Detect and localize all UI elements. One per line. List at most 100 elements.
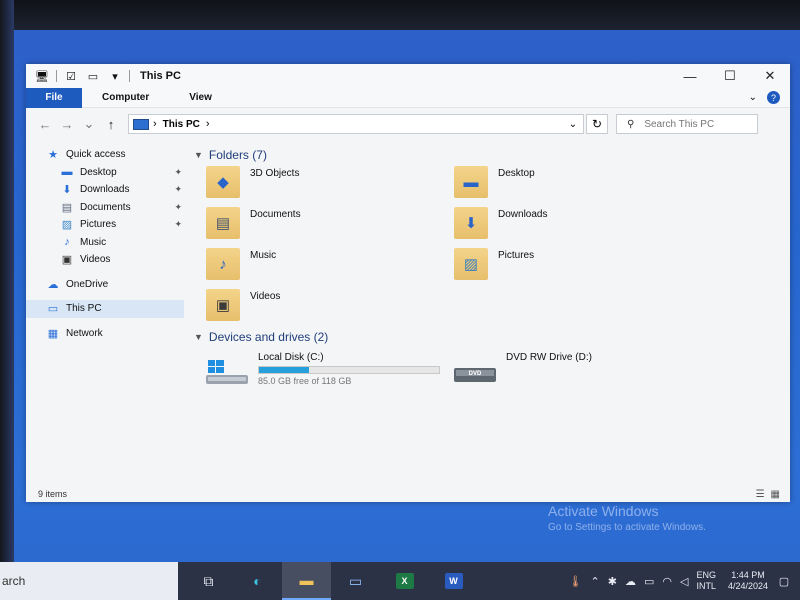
- pc-app-button[interactable]: ▭: [331, 562, 380, 600]
- nav-label: Quick access: [66, 149, 126, 161]
- nav-quick-access[interactable]: ★ Quick access: [26, 146, 186, 164]
- nav-label: Network: [66, 327, 103, 339]
- chevron-up-icon[interactable]: ⌃: [591, 575, 600, 588]
- nav-network[interactable]: ▦ Network: [26, 325, 186, 343]
- close-button[interactable]: ✕: [750, 64, 790, 88]
- search-box[interactable]: ⚲: [616, 114, 758, 134]
- forward-button[interactable]: →: [56, 117, 78, 132]
- nav-pictures[interactable]: ▨ Pictures ✦: [26, 216, 186, 234]
- pictures-folder-icon: ▨: [454, 248, 488, 280]
- task-view-button[interactable]: ⧉: [184, 562, 233, 600]
- taskbar: arch ⧉ ◐ ▬ ▭ X W 🌡 ⌃ ✱ ☁ ▭ ◠ ◁ ENG INTL …: [0, 562, 800, 600]
- nav-documents[interactable]: ▤ Documents ✦: [26, 199, 186, 217]
- minimize-button[interactable]: —: [670, 64, 710, 88]
- group-title: Devices and drives (2): [208, 330, 329, 344]
- address-dropdown-icon[interactable]: ⌄: [563, 119, 583, 130]
- nav-downloads[interactable]: ⬇ Downloads ✦: [26, 181, 186, 199]
- edge-button[interactable]: ◐: [233, 562, 282, 600]
- properties-icon[interactable]: ☑: [63, 70, 79, 83]
- folder-icon: ▬: [299, 572, 314, 588]
- volume-icon[interactable]: ◁: [680, 575, 688, 588]
- drive-dvd-rw-d[interactable]: DVD DVD RW Drive (D:): [454, 352, 702, 386]
- new-folder-icon[interactable]: ▭: [85, 70, 101, 83]
- battery-icon[interactable]: ▭: [644, 575, 654, 588]
- drive-name: Local Disk (C:): [258, 352, 324, 363]
- excel-button[interactable]: X: [380, 562, 429, 600]
- nav-label: Pictures: [80, 219, 117, 231]
- laptop-icon: ▭: [348, 572, 363, 589]
- taskbar-search[interactable]: arch: [0, 562, 178, 600]
- nav-onedrive[interactable]: ☁ OneDrive: [26, 276, 186, 294]
- keyboard-layout: INTL: [696, 581, 716, 591]
- screen-bezel: [0, 0, 800, 30]
- videos-folder-icon: ▣: [206, 289, 240, 321]
- back-button[interactable]: ←: [34, 117, 56, 132]
- tab-view[interactable]: View: [169, 88, 232, 108]
- expand-ribbon-icon[interactable]: ⌄: [749, 92, 757, 103]
- recent-locations-button[interactable]: ⌄: [78, 116, 100, 132]
- breadcrumb-separator[interactable]: ›: [206, 118, 210, 130]
- watermark-subtitle: Go to Settings to activate Windows.: [548, 522, 706, 533]
- folder-videos[interactable]: ▣ Videos: [206, 289, 454, 330]
- documents-folder-icon: ▤: [206, 207, 240, 239]
- nav-desktop[interactable]: ▬ Desktop ✦: [26, 164, 186, 182]
- task-view-icon: ⧉: [203, 572, 214, 589]
- nav-music[interactable]: ♪ Music: [26, 234, 186, 252]
- nav-label: This PC: [66, 303, 102, 315]
- large-icons-view-icon[interactable]: ▦: [771, 489, 780, 500]
- clock-time: 1:44 PM: [731, 570, 765, 580]
- folder-3d-objects[interactable]: ◆ 3D Objects: [206, 166, 454, 207]
- nav-label: Music: [80, 236, 107, 248]
- address-bar[interactable]: › This PC › ⌄: [128, 114, 584, 134]
- folders-group-header[interactable]: ▼ Folders (7): [194, 144, 790, 166]
- bluetooth-icon[interactable]: ✱: [608, 575, 617, 588]
- drive-local-disk-c[interactable]: Local Disk (C:) 85.0 GB free of 118 GB: [206, 352, 454, 386]
- nav-label: Videos: [80, 254, 111, 266]
- thermometer-icon[interactable]: 🌡: [569, 575, 583, 588]
- notification-icon[interactable]: ▢: [776, 575, 792, 588]
- desktop-icon: ▬: [61, 166, 73, 179]
- word-button[interactable]: W: [429, 562, 478, 600]
- file-explorer-window: 🖥 ☑ ▭ ▾ This PC — ☐ ✕ File Computer View…: [26, 64, 790, 502]
- folder-pictures[interactable]: ▨ Pictures: [454, 248, 702, 289]
- file-explorer-button[interactable]: ▬: [282, 562, 331, 600]
- refresh-button[interactable]: ↻: [586, 114, 608, 134]
- folder-music[interactable]: ♪ Music: [206, 248, 454, 289]
- nav-gap: [26, 269, 186, 276]
- nav-this-pc[interactable]: ▭ This PC: [26, 300, 184, 318]
- quick-access-dropdown-icon[interactable]: ▾: [107, 70, 123, 83]
- details-view-icon[interactable]: ☰: [756, 489, 765, 500]
- folder-documents[interactable]: ▤ Documents: [206, 207, 454, 248]
- clock[interactable]: 1:44 PM 4/24/2024: [728, 570, 768, 592]
- chevron-down-icon[interactable]: ▼: [194, 150, 203, 160]
- explorer-body: ★ Quick access ▬ Desktop ✦ ⬇ Downloads ✦…: [26, 140, 790, 480]
- cloud-icon: ☁: [47, 278, 59, 291]
- breadcrumb-separator[interactable]: ›: [153, 118, 157, 130]
- breadcrumb-this-pc[interactable]: This PC: [163, 119, 200, 130]
- dvd-drive-icon: DVD: [454, 360, 496, 386]
- up-button[interactable]: ↑: [100, 117, 122, 132]
- ribbon-right: ⌄ ?: [749, 91, 790, 104]
- dvd-label: DVD: [469, 371, 482, 377]
- nav-label: Downloads: [80, 184, 130, 196]
- wifi-icon[interactable]: ◠: [662, 575, 672, 588]
- tab-file[interactable]: File: [26, 87, 82, 108]
- document-icon: ▤: [61, 201, 73, 214]
- titlebar: 🖥 ☑ ▭ ▾ This PC — ☐ ✕: [26, 64, 790, 88]
- chevron-down-icon[interactable]: ▼: [194, 332, 203, 342]
- maximize-button[interactable]: ☐: [710, 64, 750, 88]
- folder-name: Downloads: [498, 209, 548, 220]
- desktop-folder-icon: ▬: [454, 166, 488, 198]
- folder-downloads[interactable]: ⬇ Downloads: [454, 207, 702, 248]
- help-icon[interactable]: ?: [767, 91, 780, 104]
- excel-icon: X: [395, 573, 414, 589]
- cloud-icon[interactable]: ☁: [625, 575, 636, 588]
- search-input[interactable]: [644, 118, 745, 130]
- drives-group-header[interactable]: ▼ Devices and drives (2): [194, 326, 790, 348]
- input-language[interactable]: ENG INTL: [696, 570, 716, 592]
- nav-videos[interactable]: ▣ Videos: [26, 251, 186, 269]
- star-icon: ★: [48, 149, 58, 162]
- folder-name: Desktop: [498, 168, 535, 179]
- folder-desktop[interactable]: ▬ Desktop: [454, 166, 702, 207]
- tab-computer[interactable]: Computer: [82, 88, 169, 108]
